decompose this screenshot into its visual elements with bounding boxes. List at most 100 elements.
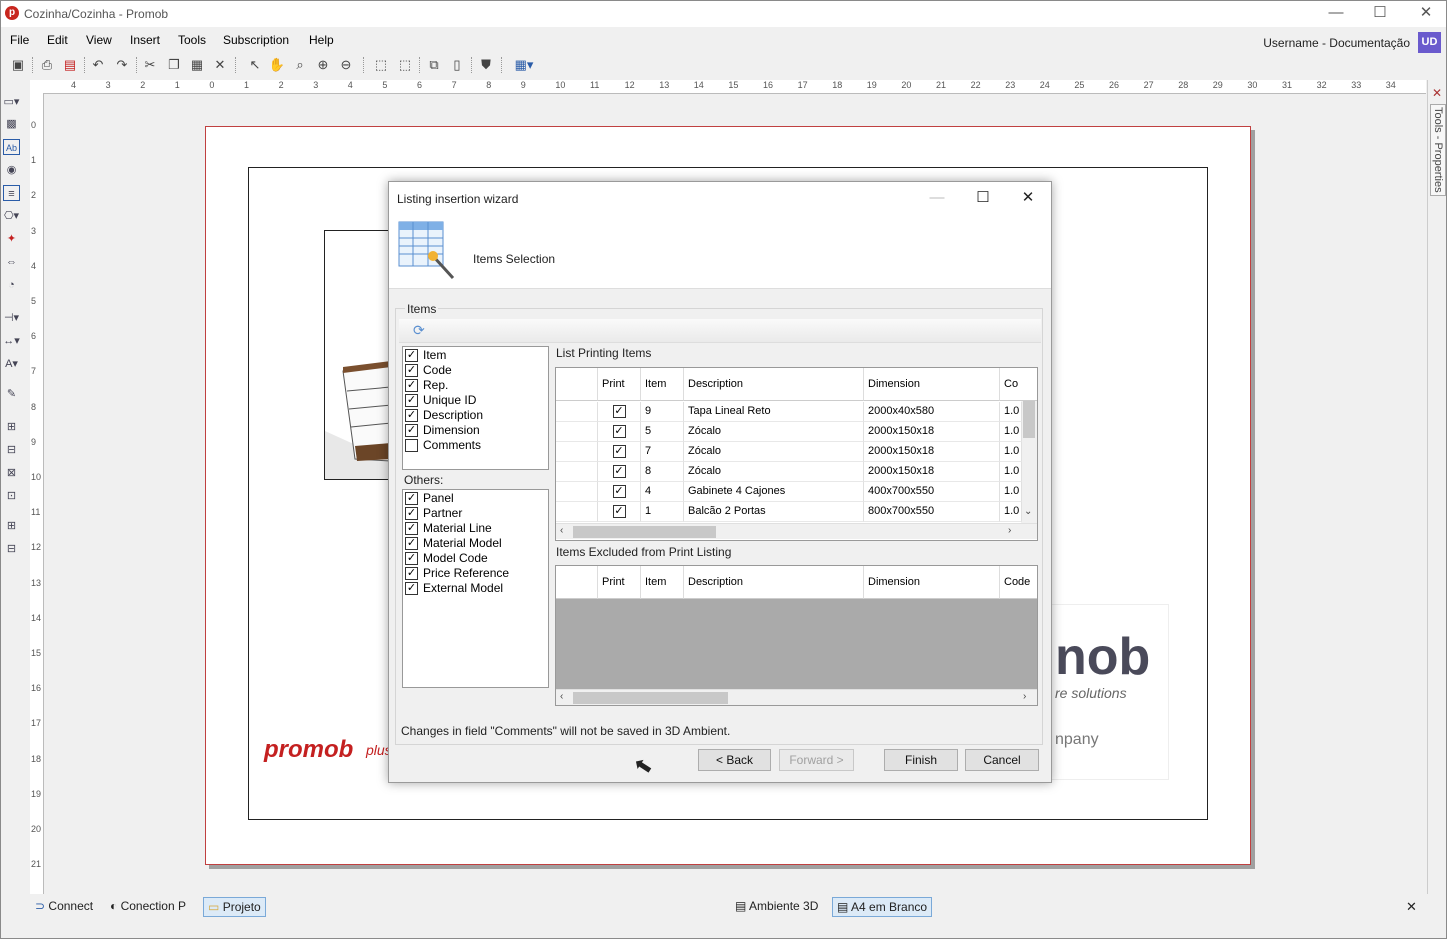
table-cell[interactable]: 1.0 — [1000, 502, 1022, 522]
paint-icon[interactable]: ⛊ — [477, 56, 495, 74]
projeto-tab[interactable]: ▭ Projeto — [203, 897, 266, 917]
shapes-tool-icon[interactable]: ✦ — [3, 231, 20, 247]
checkbox[interactable]: ✓ — [405, 424, 418, 437]
frame2-icon[interactable]: ⬚ — [396, 56, 414, 74]
menu-help[interactable]: Help — [309, 33, 334, 47]
back-button[interactable]: < Back — [698, 749, 771, 771]
insert-icon[interactable]: ⧉ — [425, 56, 443, 74]
close-button[interactable]: ✕ — [1403, 1, 1446, 27]
menu-insert[interactable]: Insert — [130, 33, 160, 47]
cut-icon[interactable]: ✂ — [141, 56, 159, 74]
printing-grid-hscroll[interactable]: ‹ › — [556, 523, 1037, 539]
column-header[interactable]: Description — [684, 566, 864, 599]
checkbox[interactable]: ✓ — [405, 537, 418, 550]
close-tab-icon[interactable]: ✕ — [1406, 899, 1417, 915]
connect-tab[interactable]: ⊃ Connect — [31, 897, 97, 917]
ambiente-3d-tab[interactable]: ▤ Ambiente 3D — [731, 897, 822, 917]
checkbox[interactable]: ✓ — [405, 507, 418, 520]
refresh-icon[interactable]: ⟳ — [413, 322, 425, 339]
table-cell[interactable]: 1.0 — [1000, 482, 1022, 502]
other-field-checkbox-row[interactable]: ✓ Partner — [403, 506, 548, 521]
table-cell[interactable]: 2000x40x580 — [864, 402, 1000, 422]
print-checkbox[interactable]: ✓ — [612, 484, 626, 498]
item-field-checkbox-row[interactable]: ✓ Rep. — [403, 378, 548, 393]
column-header[interactable]: Co — [1000, 368, 1037, 401]
forward-button[interactable]: Forward > — [779, 749, 854, 771]
checkbox[interactable]: ✓ — [405, 409, 418, 422]
scroll-down-arrow[interactable]: ⌄ — [1024, 506, 1032, 517]
table-cell[interactable]: Tapa Lineal Reto — [684, 402, 864, 422]
table-cell[interactable]: ✓ — [598, 502, 641, 522]
checkbox[interactable]: ✓ — [405, 582, 418, 595]
paste-icon[interactable]: ▦ — [188, 56, 206, 74]
column-header[interactable]: Item — [641, 566, 684, 599]
3d-view-tool-icon[interactable]: ◉ — [3, 162, 20, 178]
listing-tool-icon[interactable]: ≡ — [3, 185, 20, 201]
checkbox[interactable]: ✓ — [405, 552, 418, 565]
hscroll-thumb[interactable] — [573, 692, 728, 704]
column-header[interactable] — [556, 368, 598, 401]
align3-tool-icon[interactable]: ⊠ — [3, 465, 20, 481]
align-tool-icon[interactable]: ⊞ — [3, 419, 20, 435]
edit-tool-icon[interactable]: ✎ — [3, 386, 20, 402]
table-cell[interactable]: 5 — [641, 422, 684, 442]
maximize-button[interactable]: ☐ — [1357, 1, 1403, 27]
table-cell[interactable]: Zócalo — [684, 442, 864, 462]
other-field-checkbox-row[interactable]: ✓ Material Line — [403, 521, 548, 536]
connector-tool-icon[interactable]: ⎔▾ — [3, 208, 20, 224]
other-field-checkbox-row[interactable]: ✓ External Model — [403, 581, 548, 596]
align4-tool-icon[interactable]: ⊡ — [3, 488, 20, 504]
label-tool-icon[interactable]: A▾ — [3, 356, 20, 372]
undo-icon[interactable]: ↶ — [89, 56, 107, 74]
table-cell[interactable] — [556, 502, 598, 522]
a4-em-branco-tab[interactable]: ▤ A4 em Branco — [832, 897, 933, 917]
arrow-tool-icon[interactable]: ↔▾ — [3, 333, 20, 349]
table-cell[interactable]: 800x700x550 — [864, 502, 1000, 522]
table-cell[interactable]: 2000x150x18 — [864, 462, 1000, 482]
column-header[interactable]: Code — [1000, 566, 1037, 599]
text-tool-icon[interactable]: Ab — [3, 139, 20, 155]
item-field-checkbox-row[interactable]: Comments — [403, 438, 548, 453]
pdf-icon[interactable]: ▤ — [61, 56, 79, 74]
column-header[interactable]: Dimension — [864, 566, 1000, 599]
table-cell[interactable]: ✓ — [598, 482, 641, 502]
table-cell[interactable]: Zócalo — [684, 422, 864, 442]
checkbox[interactable] — [405, 439, 418, 452]
dimension-tool-icon[interactable]: ⇔ — [3, 254, 20, 270]
frame-icon[interactable]: ⬚ — [372, 56, 390, 74]
other-field-checkbox-row[interactable]: ✓ Material Model — [403, 536, 548, 551]
checkbox[interactable]: ✓ — [405, 567, 418, 580]
checkbox[interactable]: ✓ — [405, 522, 418, 535]
pan-icon[interactable]: ✋ — [268, 56, 286, 74]
tools-properties-tab[interactable]: Tools - Properties — [1430, 104, 1446, 196]
table-cell[interactable]: Zócalo — [684, 462, 864, 482]
scroll-right-arrow[interactable]: › — [1008, 525, 1011, 536]
menu-edit[interactable]: Edit — [47, 33, 68, 47]
table-cell[interactable]: Gabinete 4 Cajones — [684, 482, 864, 502]
item-field-checkbox-row[interactable]: ✓ Code — [403, 363, 548, 378]
dialog-minimize-button[interactable]: — — [917, 186, 957, 210]
zoom-in-icon[interactable]: ⊕ — [314, 56, 332, 74]
table-cell[interactable]: ✓ — [598, 422, 641, 442]
select-icon[interactable]: ↖ — [246, 56, 264, 74]
table-cell[interactable]: ✓ — [598, 402, 641, 422]
measure-tool-icon[interactable]: ◔ — [3, 277, 20, 293]
other-field-checkbox-row[interactable]: ✓ Panel — [403, 491, 548, 506]
zoom-out-icon[interactable]: ⊖ — [337, 56, 355, 74]
excluded-grid-hscroll[interactable]: ‹ › — [556, 689, 1037, 705]
rectangle-tool-icon[interactable]: ▭▾ — [3, 94, 20, 110]
item-field-checkbox-row[interactable]: ✓ Item — [403, 348, 548, 363]
group-tool-icon[interactable]: ⊞ — [3, 518, 20, 534]
username-label[interactable]: Username - Documentação — [1263, 36, 1410, 50]
checkbox[interactable]: ✓ — [405, 394, 418, 407]
item-field-checkbox-row[interactable]: ✓ Dimension — [403, 423, 548, 438]
table-cell[interactable]: Balcão 2 Portas — [684, 502, 864, 522]
line-tool-icon[interactable]: ⊣▾ — [3, 310, 20, 326]
table-cell[interactable]: 400x700x550 — [864, 482, 1000, 502]
print-checkbox[interactable]: ✓ — [612, 464, 626, 478]
table-cell[interactable]: 2000x150x18 — [864, 422, 1000, 442]
checkbox[interactable]: ✓ — [405, 492, 418, 505]
print-checkbox[interactable]: ✓ — [612, 404, 626, 418]
save-icon[interactable]: ▣ — [9, 56, 27, 74]
zoom-icon[interactable]: ⌕ — [291, 56, 309, 74]
